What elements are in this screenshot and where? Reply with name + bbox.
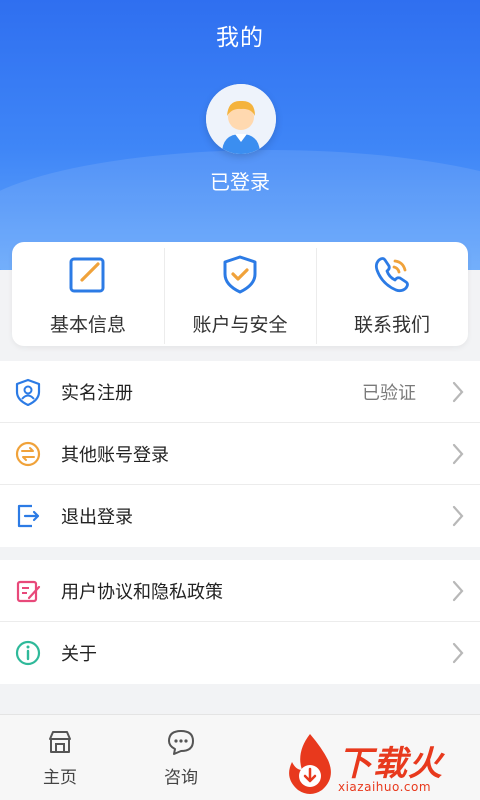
other-account-login-label: 其他账号登录 xyxy=(61,444,169,466)
phone-icon xyxy=(374,257,409,293)
list-item-logout[interactable]: 退出登录 xyxy=(0,485,480,547)
about-label: 关于 xyxy=(61,644,97,665)
account-security-button[interactable]: 账户与安全 xyxy=(164,242,316,346)
switch-account-icon xyxy=(15,441,41,466)
watermark-url: xiazaihuo.com xyxy=(338,780,432,794)
id-verify-icon xyxy=(15,378,41,406)
logout-icon xyxy=(17,504,40,528)
basic-info-label: 基本信息 xyxy=(49,314,126,336)
edit-icon xyxy=(69,257,105,293)
avatar[interactable] xyxy=(206,84,276,154)
verification-status: 已验证 xyxy=(362,382,416,404)
real-name-label: 实名注册 xyxy=(61,382,133,404)
tab-consult-label: 咨询 xyxy=(164,768,198,788)
list-item-other-account-login[interactable]: 其他账号登录 xyxy=(0,423,480,485)
chat-icon xyxy=(168,730,194,755)
contact-us-label: 联系我们 xyxy=(353,314,430,336)
agreement-label: 用户协议和隐私政策 xyxy=(61,581,223,603)
tab-consult[interactable]: 咨询 xyxy=(141,727,221,788)
list-item-about[interactable]: 关于 xyxy=(0,622,480,684)
flame-logo-icon xyxy=(289,734,331,794)
tab-home-label: 主页 xyxy=(43,768,77,788)
agreement-icon xyxy=(16,580,41,602)
menu-group-info: 用户协议和隐私政策 关于 xyxy=(0,560,480,684)
logout-label: 退出登录 xyxy=(61,507,133,528)
chevron-right-icon xyxy=(452,642,464,664)
page-title: 我的 xyxy=(216,25,264,51)
basic-info-button[interactable]: 基本信息 xyxy=(12,242,164,346)
chevron-right-icon xyxy=(452,580,464,601)
menu-group-account: 实名注册 已验证 其他账号登录 退出登录 xyxy=(0,361,480,547)
watermark: 下载火 xiazaihuo.com xyxy=(282,730,480,800)
list-item-agreement[interactable]: 用户协议和隐私政策 xyxy=(0,560,480,622)
list-item-real-name[interactable]: 实名注册 已验证 xyxy=(0,361,480,423)
info-icon xyxy=(15,640,41,666)
chevron-right-icon xyxy=(452,443,464,464)
chevron-right-icon xyxy=(452,505,464,527)
tab-home[interactable]: 主页 xyxy=(20,727,100,788)
shield-check-icon xyxy=(223,255,257,294)
contact-us-button[interactable]: 联系我们 xyxy=(316,242,468,346)
account-security-label: 账户与安全 xyxy=(192,314,288,336)
watermark-text: 下载火 xyxy=(338,744,443,784)
chevron-right-icon xyxy=(452,381,464,402)
login-status: 已登录 xyxy=(210,170,270,194)
quick-actions-card: 基本信息 账户与安全 联系我们 xyxy=(12,242,468,346)
user-avatar-icon xyxy=(206,84,276,154)
home-icon xyxy=(49,731,71,753)
